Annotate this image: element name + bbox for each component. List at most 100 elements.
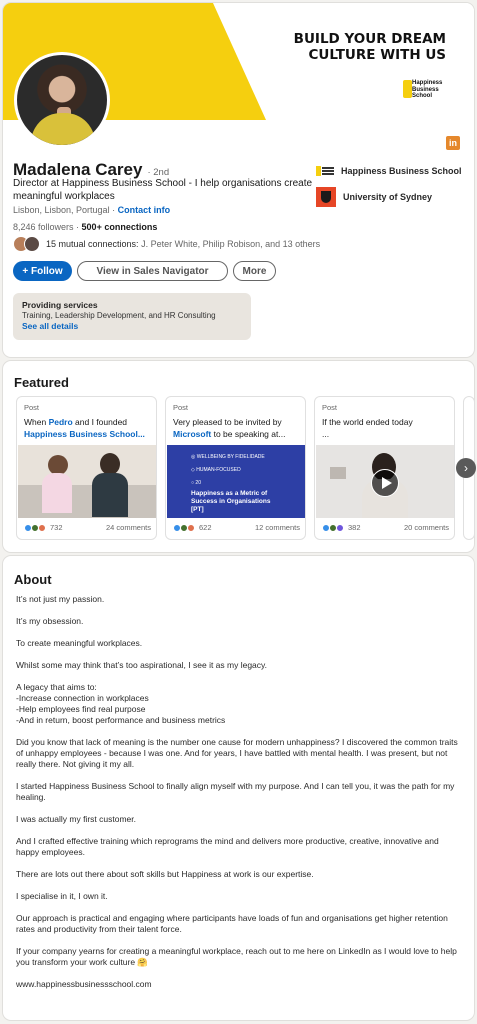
comments-count[interactable]: 12 comments (255, 523, 300, 532)
banner-logo: Happiness Business School (403, 79, 449, 101)
about-paragraph: Our approach is practical and engaging w… (16, 913, 448, 934)
play-button[interactable] (371, 469, 399, 497)
reactions-count: 382 (348, 523, 361, 532)
comments-count[interactable]: 24 comments (106, 523, 151, 532)
about-paragraph: I started Happiness Business School to f… (16, 781, 455, 802)
about-paragraph: There are lots out there about soft skil… (16, 869, 314, 879)
banner-headline: BUILD YOUR DREAM CULTURE WITH US (246, 31, 446, 63)
love-icon (187, 523, 195, 532)
about-paragraph: I was actually my first customer. (16, 814, 136, 824)
profile-name: Madalena Carey (13, 160, 143, 179)
about-paragraph: Whilst some may think that’s too aspirat… (16, 660, 268, 670)
featured-item[interactable]: Post If the world ended today... 382 20 … (314, 396, 455, 540)
reactions[interactable]: 382 (322, 523, 361, 532)
featured-image: ◎ WELLBEING BY FIDELIDADE ◇ HUMAN-FOCUSE… (167, 445, 305, 518)
banner-logo-line3: School (412, 93, 433, 99)
linkedin-icon[interactable]: in (446, 136, 460, 150)
featured-image (316, 445, 454, 518)
play-icon (382, 477, 392, 489)
about-paragraph[interactable]: www.happinessbusinessschool.com (16, 979, 462, 990)
about-paragraph: And I crafted effective training which r… (16, 836, 439, 857)
mutual-avatars (13, 236, 41, 252)
slide-row-1: WELLBEING BY FIDELIDADE (196, 454, 265, 460)
featured-item-meta: 732 24 comments (24, 523, 151, 532)
about-paragraph: A legacy that aims to: -Increase connect… (16, 682, 226, 725)
stats-separator: · (73, 222, 82, 232)
follow-button[interactable]: + Follow (13, 261, 72, 281)
featured-title: Featured (14, 375, 69, 390)
reactions-count: 732 (50, 523, 63, 532)
profile-headline: Director at Happiness Business School - … (13, 178, 313, 202)
org-name: Happiness Business School (341, 166, 462, 176)
featured-text-mid: and I founded (72, 417, 128, 427)
about-paragraph: To create meaningful workplaces. (16, 638, 143, 648)
featured-text-mid: ... (322, 428, 330, 439)
sales-navigator-button[interactable]: View in Sales Navigator (77, 261, 228, 281)
mutual-count: 15 mutual connections: (46, 239, 139, 249)
slide-title: Happiness as a Metric of Success in Orga… (191, 490, 271, 513)
featured-item-text: When Pedro and I founded Happiness Busine… (24, 417, 154, 440)
featured-item[interactable]: Post Very pleased to be invited by Micros… (165, 396, 306, 540)
featured-text-mid: to be speaking at... (211, 428, 286, 439)
more-button[interactable]: More (233, 261, 276, 281)
mutual-connections[interactable]: 15 mutual connections: J. Peter White, P… (13, 236, 320, 252)
mention-link[interactable]: Microsoft (173, 429, 211, 439)
about-paragraph: If your company yearns for creating a me… (16, 946, 457, 967)
org-name: University of Sydney (343, 192, 433, 202)
featured-text-pre: If the world ended today (322, 417, 413, 427)
profile-orgs: Happiness Business School University of … (316, 160, 462, 212)
reactions[interactable]: 622 (173, 523, 212, 532)
mention-link[interactable]: Pedro (49, 417, 73, 427)
reactions-count: 622 (199, 523, 212, 532)
profile-avatar[interactable] (14, 52, 110, 148)
mention-link[interactable]: Happiness Business School... (24, 429, 145, 439)
slide-rows: ◎ WELLBEING BY FIDELIDADE ◇ HUMAN-FOCUSE… (191, 454, 265, 486)
providing-services-box[interactable]: Providing services Training, Leadership … (13, 293, 251, 340)
slide-row-3: 20 (195, 480, 201, 486)
profile-stats: 8,246 followers · 500+ connections (13, 222, 157, 232)
carousel-next-button[interactable]: › (456, 458, 476, 478)
connection-degree: · 2nd (147, 167, 170, 178)
location-separator: · (109, 205, 118, 215)
featured-item[interactable]: Post When Pedro and I founded Happiness B… (16, 396, 157, 540)
about-paragraph: It’s not just my passion. (16, 594, 105, 604)
featured-item-label: Post (322, 403, 338, 412)
mutual-avatar-2 (24, 236, 40, 252)
featured-text-pre: Very pleased to be invited by (173, 417, 282, 427)
chevron-right-icon: › (464, 461, 468, 475)
featured-item-label: Post (173, 403, 189, 412)
contact-info-link[interactable]: Contact info (118, 205, 171, 215)
about-paragraph: I specialise in it, I own it. (16, 891, 108, 901)
providing-services-title: Providing services (22, 300, 98, 310)
org-happiness-business-school[interactable]: Happiness Business School (316, 160, 462, 182)
followers-count: 8,246 followers (13, 222, 74, 232)
logo-sun-icon (403, 80, 412, 98)
insightful-icon (336, 523, 344, 532)
avatar-blazer (31, 113, 95, 145)
about-paragraph: It’s my obsession. (16, 616, 84, 626)
featured-item-text: If the world ended today... (322, 417, 452, 440)
name-row: Madalena Carey · 2nd (13, 160, 169, 180)
featured-item-meta: 622 12 comments (173, 523, 300, 532)
featured-item-text: Very pleased to be invited by Microsoft t… (173, 417, 303, 440)
providing-services-detail: Training, Leadership Development, and HR… (22, 311, 216, 320)
happiness-business-school-logo-icon (316, 164, 334, 178)
see-all-details-link[interactable]: See all details (22, 321, 242, 331)
reactions[interactable]: 732 (24, 523, 63, 532)
banner-headline-line2: CULTURE WITH US (308, 47, 446, 63)
about-paragraph: Did you know that lack of meaning is the… (16, 737, 458, 769)
featured-item-label: Post (24, 403, 40, 412)
featured-text-pre: When (24, 417, 49, 427)
slide-row-2: HUMAN-FOCUSED (196, 467, 241, 473)
comments-count[interactable]: 20 comments (404, 523, 449, 532)
banner-headline-line1: BUILD YOUR DREAM (293, 31, 446, 47)
profile-actions: + Follow View in Sales Navigator More (13, 261, 276, 281)
love-icon (38, 523, 46, 532)
mutual-names: J. Peter White, Philip Robison, and 13 o… (138, 239, 321, 249)
org-university-of-sydney[interactable]: University of Sydney (316, 186, 462, 208)
banner-logo-text: Happiness Business School (412, 80, 442, 100)
connections-count[interactable]: 500+ connections (82, 222, 158, 232)
banner-logo-line1: Happiness (412, 80, 443, 86)
featured-image (18, 445, 156, 518)
profile-location-row: Lisbon, Lisbon, Portugal · Contact info (13, 205, 170, 215)
